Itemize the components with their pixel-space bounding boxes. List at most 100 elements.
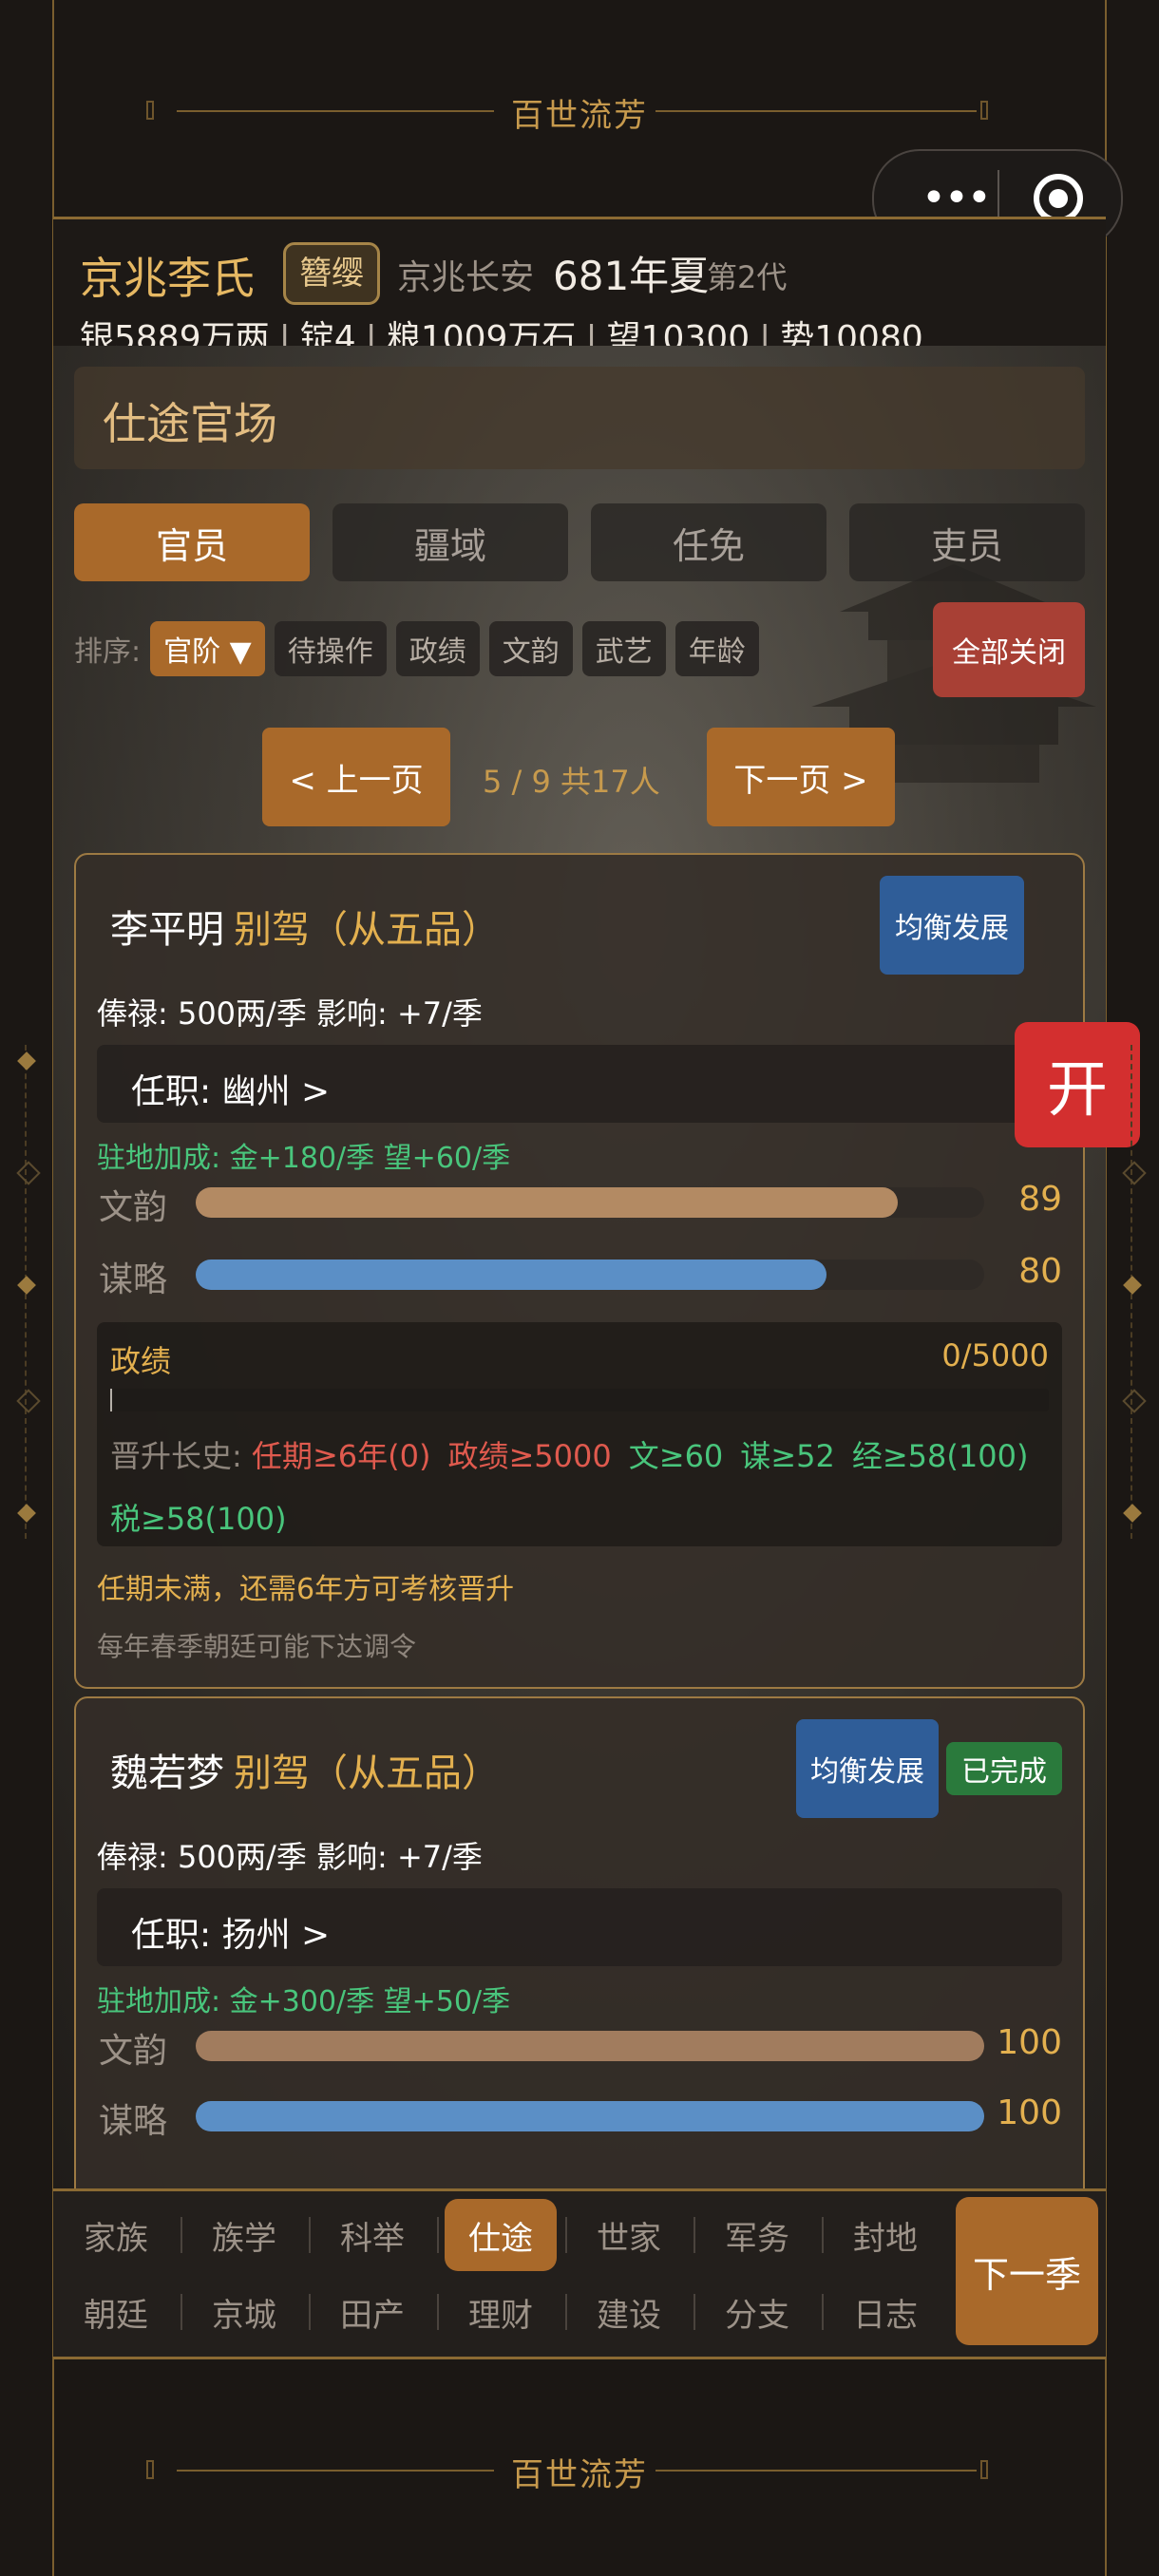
- literary-bar: [196, 1187, 984, 1218]
- ornament-diamond: [17, 1276, 36, 1295]
- ornament-diamond: [1122, 1161, 1147, 1185]
- station-bonus: 驻地加成: 金+180/季 望+60/季: [97, 1142, 511, 1175]
- banner-rule-right: [656, 110, 977, 112]
- tab-officials[interactable]: 官员: [74, 503, 310, 581]
- sort-age[interactable]: 年龄: [674, 621, 759, 676]
- stat-value-literary: 89: [1018, 1180, 1062, 1219]
- post-label: 任职: 幽州 >: [131, 1072, 331, 1111]
- literary-bar-fill: [196, 2031, 984, 2061]
- strategy-bar: [196, 1260, 984, 1290]
- req-tax: 税≥58(100): [110, 1501, 287, 1537]
- nav-fief[interactable]: 封地: [829, 2199, 941, 2271]
- req-literary: 文≥60: [628, 1438, 724, 1474]
- nav-divider: [565, 2217, 567, 2253]
- official-name-line: 李平明 别驾（从五品）: [110, 899, 500, 954]
- promotion-requirements: 晋升长史: 任期≥6年(0) 政绩≥5000 文≥60 谋≥52 经≥58(100) 税≥…: [110, 1425, 1049, 1550]
- ornament-diamond: [1122, 1389, 1147, 1413]
- nav-farmland[interactable]: 田产: [316, 2276, 428, 2348]
- clan-place: 京兆长安: [397, 258, 535, 297]
- sort-literary[interactable]: 文韵: [488, 621, 573, 676]
- transfer-note: 每年春季朝廷可能下达调令: [97, 1631, 417, 1662]
- bottom-banner: 百世流芳: [53, 2359, 1106, 2576]
- nav-exam[interactable]: 科举: [316, 2199, 428, 2271]
- nav-capital[interactable]: 京城: [188, 2276, 300, 2348]
- merit-progress-fill: [110, 1389, 112, 1411]
- req-tenure: 任期≥6年(0): [251, 1438, 431, 1474]
- main-panel: 仕途官场 官员 疆域 任免 吏员 排序: 官阶 ▼ 待操作 政绩 文韵 武艺 年…: [53, 346, 1106, 2188]
- sort-pending[interactable]: 待操作: [274, 621, 387, 676]
- banner-cap-right: [980, 101, 988, 120]
- nav-military[interactable]: 军务: [701, 2199, 813, 2271]
- clan-generation: 第2代: [707, 259, 788, 295]
- nav-divider: [309, 2217, 311, 2253]
- strategy-button[interactable]: 均衡发展: [880, 876, 1024, 975]
- ornament-diamond: [1123, 1276, 1142, 1295]
- open-float-button[interactable]: 开: [1015, 1022, 1140, 1147]
- post-label: 任职: 扬州 >: [131, 1916, 331, 1955]
- official-name: 李平明: [110, 908, 224, 952]
- sort-row: 排序: 官阶 ▼ 待操作 政绩 文韵 武艺 年龄: [74, 621, 759, 676]
- merit-box: 政绩 0/5000 晋升长史: 任期≥6年(0) 政绩≥5000 文≥60 谋≥52 经…: [97, 1322, 1062, 1546]
- clan-year: 681年夏: [553, 253, 710, 299]
- official-rank: 别驾（从五品）: [234, 1752, 500, 1795]
- post-row[interactable]: 任职: 幽州 >: [97, 1045, 1062, 1123]
- next-page-button[interactable]: 下一页 >: [707, 728, 895, 826]
- nav-divider: [437, 2294, 439, 2330]
- tab-territory[interactable]: 疆域: [332, 503, 568, 581]
- stat-label-strategy: 谋略: [99, 2102, 168, 2141]
- station-bonus: 驻地加成: 金+300/季 望+50/季: [97, 1985, 511, 2018]
- nav-log[interactable]: 日志: [829, 2276, 941, 2348]
- clan-name: 京兆李氏: [80, 253, 255, 304]
- stat-value-literary: 100: [997, 2023, 1062, 2062]
- merit-label: 政绩: [110, 1343, 172, 1379]
- banner-rule-right: [656, 2470, 977, 2472]
- next-season-button[interactable]: 下一季: [956, 2197, 1098, 2345]
- nav-divider: [309, 2294, 311, 2330]
- nav-divider: [694, 2294, 695, 2330]
- nav-family[interactable]: 家族: [60, 2199, 172, 2271]
- prev-page-button[interactable]: < 上一页: [262, 728, 450, 826]
- ornament-diamond: [17, 1504, 36, 1523]
- more-icon[interactable]: •••: [922, 178, 992, 219]
- section-title-bar: 仕途官场: [74, 367, 1085, 469]
- sort-rank[interactable]: 官阶 ▼: [150, 621, 265, 676]
- tab-clerks[interactable]: 吏员: [849, 503, 1085, 581]
- post-row[interactable]: 任职: 扬州 >: [97, 1888, 1062, 1966]
- nav-finance[interactable]: 理财: [445, 2276, 557, 2348]
- merit-progress: [110, 1389, 1049, 1411]
- close-all-button[interactable]: 全部关闭: [933, 602, 1085, 697]
- req-head: 晋升长史:: [110, 1438, 242, 1474]
- nav-court[interactable]: 朝廷: [60, 2276, 172, 2348]
- req-economy: 经≥58(100): [851, 1438, 1029, 1474]
- banner-cap-right: [980, 2460, 988, 2479]
- section-title: 仕途官场: [103, 398, 277, 449]
- official-card: 李平明 别驾（从五品） 均衡发展 俸禄: 500两/季 影响: +7/季 任职: …: [74, 853, 1085, 1689]
- nav-clan-school[interactable]: 族学: [188, 2199, 300, 2271]
- strategy-button[interactable]: 均衡发展: [796, 1719, 939, 1818]
- strategy-bar-fill: [196, 1260, 826, 1290]
- sort-martial[interactable]: 武艺: [581, 621, 666, 676]
- nav-divider: [565, 2294, 567, 2330]
- req-strategy: 谋≥52: [740, 1438, 835, 1474]
- tab-appointment[interactable]: 任免: [591, 503, 826, 581]
- merit-value: 0/5000: [941, 1337, 1049, 1373]
- ornament-diamond: [16, 1161, 41, 1185]
- nav-divider: [822, 2217, 824, 2253]
- official-card: 魏若梦 别驾（从五品） 均衡发展 已完成 俸禄: 500两/季 影响: +7/季 …: [74, 1696, 1085, 2188]
- salary-line: 俸禄: 500两/季 影响: +7/季: [97, 995, 483, 1032]
- strategy-bar-fill: [196, 2101, 984, 2131]
- stat-label-literary: 文韵: [99, 1188, 168, 1227]
- nav-noble-houses[interactable]: 世家: [573, 2199, 685, 2271]
- nav-divider: [180, 2294, 182, 2330]
- pager: < 上一页 5 / 9 共17人 下一页 >: [53, 728, 1106, 826]
- nav-career[interactable]: 仕途: [445, 2199, 557, 2271]
- sort-merit[interactable]: 政绩: [395, 621, 480, 676]
- nav-construction[interactable]: 建设: [573, 2276, 685, 2348]
- clan-header: 京兆李氏 簪缨 京兆长安 681年夏 第2代 银5889万两 | 锭4 | 粮1009万…: [53, 217, 1106, 358]
- nav-branches[interactable]: 分支: [701, 2276, 813, 2348]
- banner-title: 百世流芳: [511, 97, 648, 135]
- stat-value-strategy: 100: [997, 2093, 1062, 2132]
- clan-tag: 簪缨: [283, 242, 380, 305]
- sort-label: 排序:: [74, 635, 142, 669]
- official-rank: 别驾（从五品）: [234, 908, 500, 952]
